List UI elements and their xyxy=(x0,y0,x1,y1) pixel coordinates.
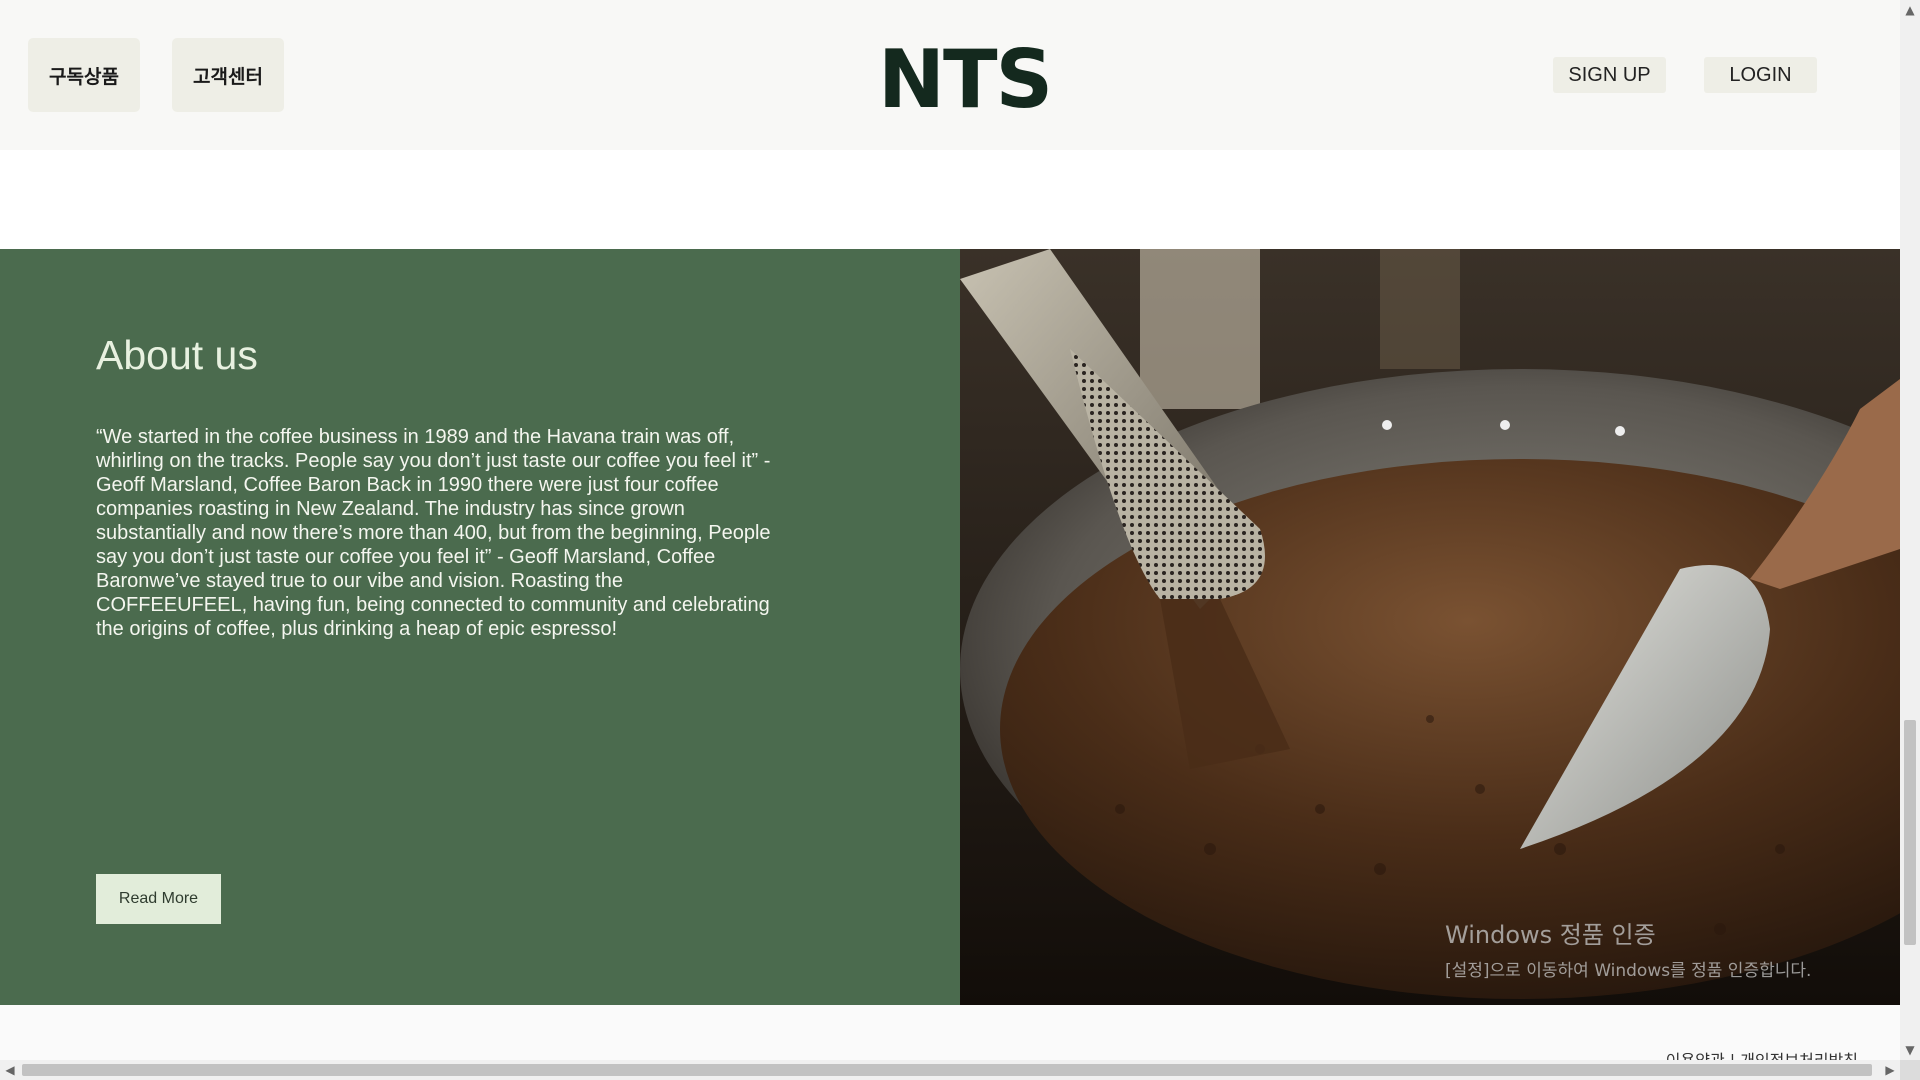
site-logo[interactable]: NTS xyxy=(878,28,1053,132)
vertical-scrollbar[interactable]: ▲ ▼ xyxy=(1900,0,1920,1060)
scroll-up-arrow-icon[interactable]: ▲ xyxy=(1900,0,1920,20)
horizontal-scrollbar[interactable]: ◀ ▶ xyxy=(0,1060,1900,1080)
coffee-roaster-photo xyxy=(960,249,1900,1005)
scroll-left-arrow-icon[interactable]: ◀ xyxy=(0,1060,20,1080)
windows-activation-watermark: Windows 정품 인증 [설정]으로 이동하여 Windows를 정품 인증… xyxy=(1445,915,1811,981)
site-footer: 이용약관 | 개인정보처리방침 xyxy=(0,1005,1900,1070)
scrollbar-corner xyxy=(1900,1060,1920,1080)
about-description: “We started in the coffee business in 19… xyxy=(96,426,771,640)
about-section: About us “We started in the coffee busin… xyxy=(0,249,960,1005)
watermark-subtitle: [설정]으로 이동하여 Windows를 정품 인증합니다. xyxy=(1445,961,1812,981)
nav-customer-center-button[interactable]: 고객센터 xyxy=(172,38,284,112)
read-more-button[interactable]: Read More xyxy=(96,874,221,924)
watermark-title: Windows 정품 인증 xyxy=(1445,921,1656,949)
scroll-down-arrow-icon[interactable]: ▼ xyxy=(1900,1040,1920,1060)
vertical-scroll-thumb[interactable] xyxy=(1904,720,1916,945)
coffee-roaster-image xyxy=(960,249,1900,1005)
site-header: 구독상품 고객센터 NTS SIGN UP LOGIN xyxy=(0,0,1900,150)
horizontal-scroll-thumb[interactable] xyxy=(22,1064,1872,1076)
login-button[interactable]: LOGIN xyxy=(1704,57,1817,93)
about-title: About us xyxy=(96,332,258,378)
nav-subscription-button[interactable]: 구독상품 xyxy=(28,38,140,112)
sign-up-button[interactable]: SIGN UP xyxy=(1553,57,1666,93)
scroll-right-arrow-icon[interactable]: ▶ xyxy=(1880,1060,1900,1080)
